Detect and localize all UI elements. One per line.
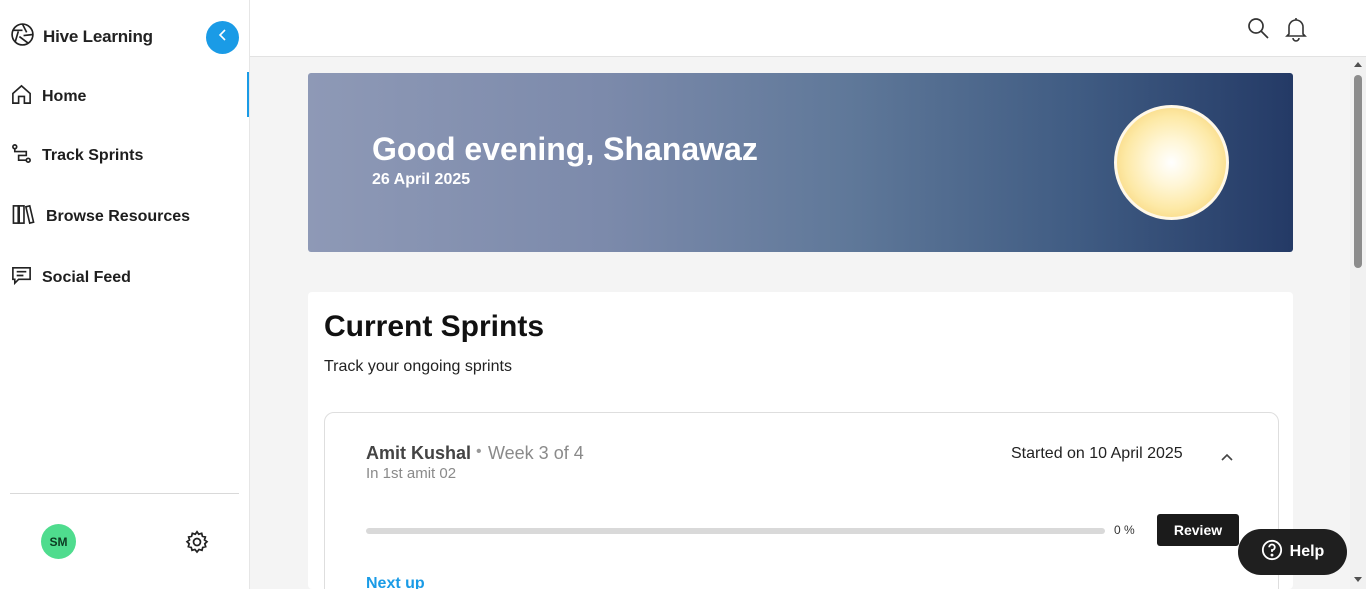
sprint-team: In 1st amit 02	[366, 465, 457, 482]
collapse-sprint-button[interactable]	[1220, 451, 1234, 465]
sprint-week: Week 3 of 4	[488, 443, 584, 463]
sidebar-item-label: Browse Resources	[46, 208, 191, 225]
progress-percent: 0 %	[1114, 523, 1135, 537]
sidebar-item-label: Home	[42, 88, 87, 105]
sprint-owner: Amit Kushal	[366, 443, 472, 463]
search-button[interactable]	[1246, 16, 1270, 40]
help-button[interactable]: Help	[1238, 529, 1347, 575]
gear-icon	[184, 530, 210, 559]
sidebar-item-browse-resources[interactable]: Browse Resources	[10, 203, 190, 231]
app-logo[interactable]: Hive Learning	[10, 22, 153, 52]
sidebar-divider	[10, 493, 239, 494]
collapse-sidebar-button[interactable]	[206, 21, 239, 54]
current-sprints-card: Current Sprints Track your ongoing sprin…	[308, 292, 1293, 589]
next-up-link[interactable]: Next up	[366, 575, 425, 589]
scroll-down-arrow[interactable]	[1354, 577, 1362, 582]
greeting-title: Good evening, Shanawaz	[372, 131, 758, 167]
separator-dot: •	[476, 443, 482, 460]
banner-date: 26 April 2025	[372, 171, 471, 188]
search-icon	[1246, 18, 1270, 44]
sprint-start-date: Started on 10 April 2025	[1011, 445, 1183, 462]
sidebar-item-social-feed[interactable]: Social Feed	[10, 264, 131, 292]
books-icon	[10, 203, 37, 231]
settings-button[interactable]	[184, 529, 210, 555]
home-icon	[10, 83, 33, 111]
sidebar-item-track-sprints[interactable]: Track Sprints	[10, 142, 143, 170]
chevron-up-icon	[1220, 452, 1234, 469]
sidebar-item-label: Social Feed	[42, 269, 131, 286]
chat-icon	[10, 264, 33, 292]
help-label: Help	[1289, 543, 1325, 560]
greeting-banner: Good evening, Shanawaz 26 April 2025	[308, 73, 1293, 252]
app-name: Hive Learning	[43, 27, 153, 46]
sidebar-item-label: Track Sprints	[42, 147, 144, 164]
route-icon	[10, 142, 33, 170]
avatar[interactable]: SM	[41, 524, 76, 559]
question-icon	[1261, 539, 1283, 566]
sidebar-item-home[interactable]: Home	[10, 83, 86, 111]
sprint-progress-bar	[366, 528, 1105, 534]
sidebar: Hive Learning Home Track Sprints Browse …	[0, 0, 250, 589]
sprint-item[interactable]: Amit Kushal • Week 3 of 4 In 1st amit 02…	[324, 412, 1279, 589]
chevron-left-icon	[216, 28, 230, 47]
topbar	[250, 0, 1366, 57]
hive-logo-icon	[10, 22, 35, 52]
scroll-up-arrow[interactable]	[1354, 62, 1362, 67]
sun-icon	[1114, 105, 1229, 220]
review-button[interactable]: Review	[1157, 514, 1239, 546]
scrollbar-thumb[interactable]	[1354, 75, 1362, 268]
section-subtitle: Track your ongoing sprints	[324, 358, 512, 375]
notifications-button[interactable]	[1284, 16, 1308, 42]
section-title: Current Sprints	[324, 310, 545, 343]
active-indicator	[247, 72, 249, 117]
bell-icon	[1284, 18, 1308, 46]
